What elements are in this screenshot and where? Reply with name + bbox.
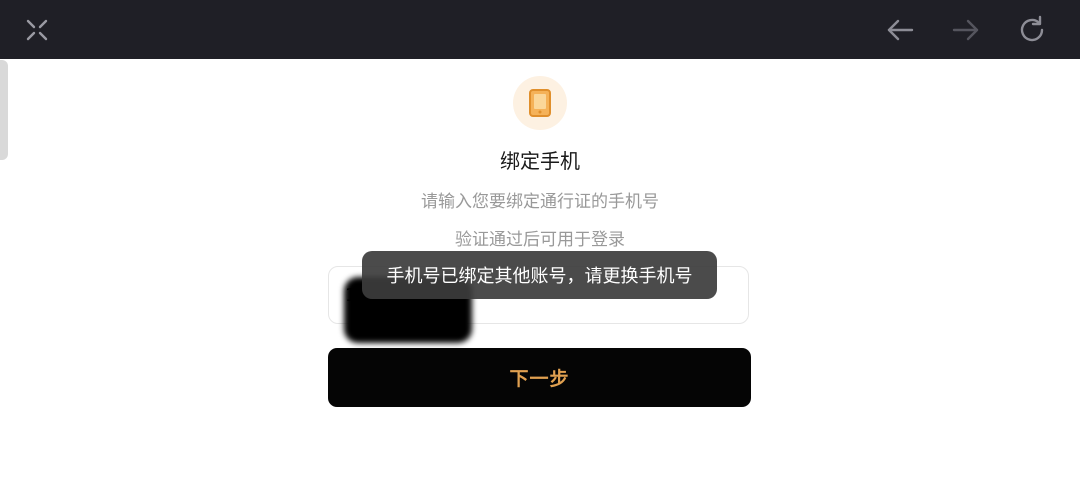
next-step-button[interactable]: 下一步 [328,348,751,407]
page-title: 绑定手机 [500,149,580,173]
refresh-icon[interactable] [1016,14,1048,46]
browser-toolbar [0,0,1080,59]
bind-phone-page: 绑定手机 请输入您要绑定通行证的手机号 验证通过后可用于登录 1 下一步 手机号… [0,59,1080,491]
arrow-left-icon[interactable] [884,14,916,46]
error-toast: 手机号已绑定其他账号，请更换手机号 [362,251,717,299]
subtitle-line1: 请输入您要绑定通行证的手机号 [421,192,659,212]
arrow-right-icon[interactable] [950,14,982,46]
close-x-icon[interactable] [21,14,53,46]
phone-icon [513,76,567,130]
subtitle-line2: 验证通过后可用于登录 [455,230,625,250]
